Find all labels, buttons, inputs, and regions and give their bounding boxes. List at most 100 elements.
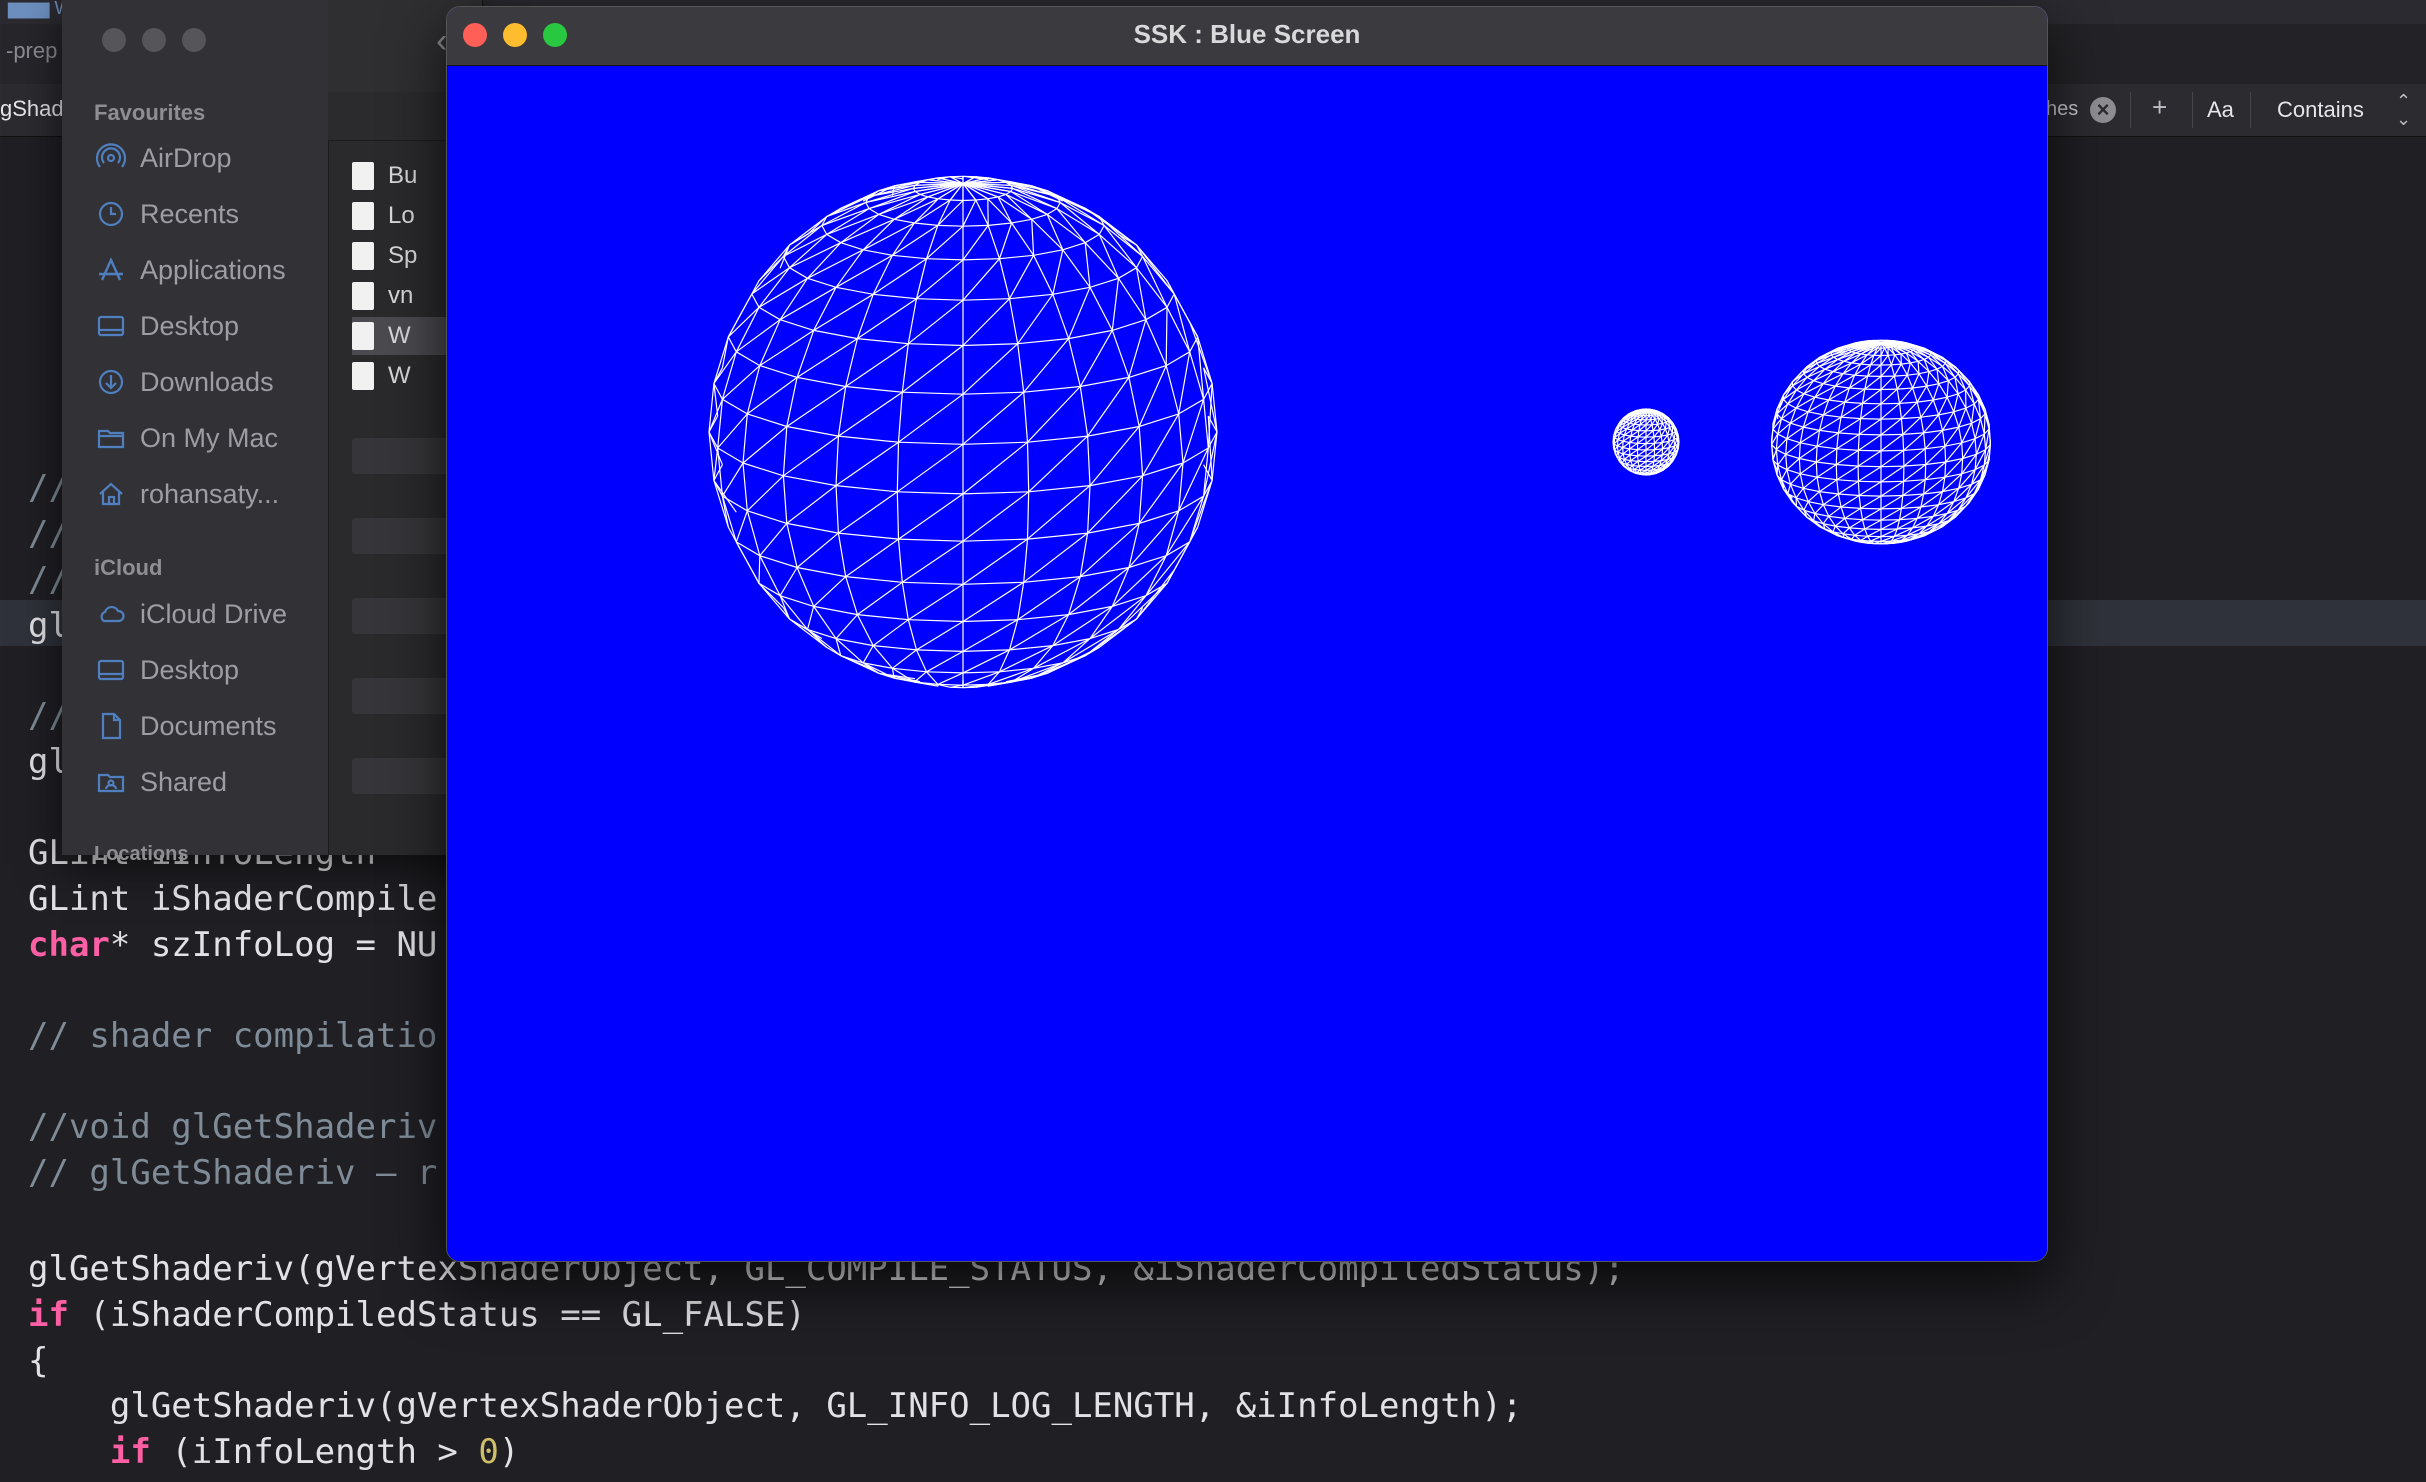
sphere-edge [962,224,989,227]
sphere-edge [1859,494,1882,497]
sphere-edge [1858,480,1882,483]
sphere-edge [1653,436,1655,444]
sphere-edge [1880,480,1904,483]
sidebar-item-applications[interactable]: Applications [94,248,324,292]
sidebar-item-documents[interactable]: Documents [94,704,324,748]
wireframe-sphere-small [1612,408,1680,476]
sphere-edge [1902,481,1905,496]
header-file-icon [352,282,374,310]
sphere-edge [1637,455,1639,462]
sphere-edge [1983,413,1986,435]
desktop-icon [94,653,128,687]
sphere-edge [1664,422,1667,429]
sphere-edge [1632,429,1639,432]
code-line[interactable]: GLint iShaderCompile [28,876,437,922]
sphere-edge [1860,418,1882,420]
sphere-edge [1880,465,1904,468]
sidebar-item-label: rohansaty... [140,478,280,509]
code-line[interactable]: if (iInfoLength > 0) [28,1429,519,1475]
sphere-edge [1835,464,1838,480]
sidebar-item-label: AirDrop [140,142,232,173]
window-title: SSK : Blue Screen [1133,19,1361,49]
sidebar-item-label: On My Mac [140,422,279,453]
sidebar-item-label: Downloads [140,366,274,397]
matches-label: hes [2046,98,2079,120]
sidebar-item-shared[interactable]: Shared [94,760,324,804]
sidebar-item-icloud-drive[interactable]: iCloud Drive [94,592,324,636]
sphere-edge [1165,307,1168,366]
sphere-edge [1857,481,1860,496]
code-line[interactable]: //void glGetShaderiv [28,1104,437,1150]
editor-tab-fragment[interactable]: gShad [0,96,64,122]
sphere-edge [1891,363,1902,366]
sidebar-section-icloud: iCloud [94,555,163,580]
download-icon [94,365,128,399]
sphere-edge [1867,354,1874,356]
code-line[interactable]: // glGetShaderiv — r [28,1150,437,1196]
code-line[interactable]: // shader compilatio [28,1013,437,1059]
sidebar-item-airdrop[interactable]: AirDrop [94,136,324,180]
sphere-edge [1888,354,1895,356]
sphere-edge [1880,433,1903,436]
sphere-edge [1629,441,1638,444]
sphere-edge [1859,433,1882,436]
sidebar-item-downloads[interactable]: Downloads [94,360,324,404]
sphere-edge [1880,418,1902,420]
clear-search-icon[interactable]: × [2090,97,2116,123]
editor-path-fragment: -prep [6,38,58,63]
sphere-edge [1858,465,1882,468]
close-button[interactable] [102,28,126,52]
airdrop-icon [94,141,128,175]
add-pattern-button[interactable]: + [2152,92,2167,123]
sphere-edge [1815,461,1818,478]
match-case-button[interactable]: Aa [2207,97,2234,123]
sphere-edge [1880,449,1904,452]
sidebar-section-locations: Locations [94,843,189,865]
sphere-edge [950,199,964,202]
sphere-edge [1637,461,1640,467]
match-mode-select[interactable]: Contains [2277,97,2364,123]
sphere-edge [937,224,964,227]
sphere-edge [1630,460,1639,462]
maximize-button[interactable] [182,28,206,52]
sphere-edge [1629,454,1638,457]
sphere-edge [1629,448,1638,451]
file-icon [352,202,374,230]
select-chevron-icon[interactable]: ⌃ ⌄ [2396,92,2411,128]
sphere-edge [1902,434,1905,451]
sidebar-item-label: Documents [140,710,277,741]
sphere-edge [937,683,964,686]
sphere-edge [1632,464,1639,467]
sphere-edge [1880,494,1903,497]
window-titlebar[interactable]: SSK : Blue Screen [447,7,2047,66]
sphere-edge [1924,448,1927,465]
sidebar-item-on-my-mac[interactable]: On My Mac [94,416,324,460]
finder-sidebar: Favourites AirDrop Recents Applications … [62,0,329,865]
render-canvas[interactable] [447,66,2047,1261]
clock-icon [94,197,128,231]
sphere-edge [1944,446,1947,463]
sidebar-item-label: Applications [140,254,286,285]
sidebar-item-icloud-desktop[interactable]: Desktop [94,648,324,692]
opengl-window[interactable]: SSK : Blue Screen [446,6,2048,1262]
sphere-edge [1880,507,1902,510]
sphere-edge [758,555,761,584]
shared-folder-icon [94,765,128,799]
sidebar-item-recents[interactable]: Recents [94,192,324,236]
code-line[interactable]: glGetShaderiv(gVertexShaderObject, GL_IN… [28,1383,1522,1429]
code-line[interactable]: { [28,1338,48,1384]
file-icon [352,362,374,390]
home-icon [94,477,128,511]
code-line[interactable]: if (iShaderCompiledStatus == GL_FALSE) [28,1292,806,1338]
minimize-button[interactable] [142,28,166,52]
sidebar-item-desktop[interactable]: Desktop [94,304,324,348]
file-icon [352,162,374,190]
desktop-icon [94,309,128,343]
code-line[interactable]: char* szInfoLog = NU [28,922,437,968]
finder-window[interactable]: Favourites AirDrop Recents Applications … [62,0,514,865]
sidebar-item-home[interactable]: rohansaty... [94,472,324,516]
sphere-edge [1894,353,1902,356]
sphere-edge [1857,434,1860,451]
sphere-edge [962,199,976,202]
sphere-edge [1858,449,1882,452]
